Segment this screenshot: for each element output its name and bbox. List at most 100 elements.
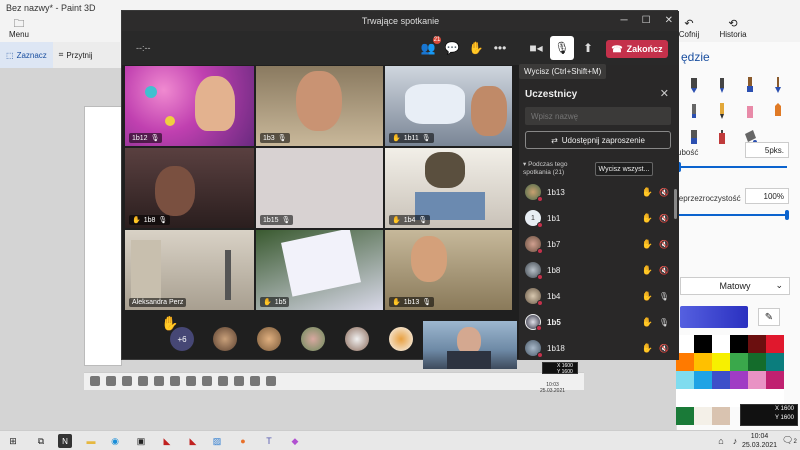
oil-brush[interactable] <box>739 74 761 96</box>
video-tile[interactable]: 1b3 🎙 <box>256 66 383 146</box>
minimize-icon[interactable]: ─ <box>621 11 628 31</box>
color-swatch[interactable] <box>766 335 784 353</box>
select-tool-button[interactable]: ⬚ Zaznacz <box>0 42 53 68</box>
color-swatch[interactable] <box>712 335 730 353</box>
video-tile[interactable]: 1b15 🎙 <box>256 148 383 228</box>
eraser-brush[interactable] <box>739 100 761 122</box>
opacity-slider[interactable] <box>677 214 787 216</box>
avatar[interactable] <box>213 327 237 351</box>
color-swatch[interactable] <box>694 353 712 371</box>
video-tile[interactable]: ✋ 1b13 🎙 <box>385 230 512 310</box>
task-view-icon[interactable]: ⧉ <box>34 434 48 448</box>
color-swatch[interactable] <box>730 335 748 353</box>
video-tile[interactable]: 1b12 🎙 <box>125 66 254 146</box>
camera-button[interactable]: ■◂ <box>526 39 546 57</box>
color-swatch[interactable] <box>748 371 766 389</box>
color-swatch[interactable] <box>694 389 712 407</box>
mic-off-icon[interactable]: 🔇 <box>659 344 669 353</box>
thickness-slider[interactable] <box>677 166 787 168</box>
color-swatch[interactable] <box>676 371 694 389</box>
avatar[interactable] <box>257 327 281 351</box>
paint3d-icon[interactable]: ◆ <box>288 434 302 448</box>
mic-on-icon[interactable]: 🎙 <box>659 318 669 327</box>
video-tile[interactable]: ✋ 1b11 🎙 <box>385 66 512 146</box>
pencil-brush[interactable] <box>711 100 733 122</box>
color-swatch[interactable] <box>712 407 730 425</box>
color-swatch[interactable] <box>676 389 694 407</box>
video-tile[interactable]: Aleksandra Perz <box>125 230 254 310</box>
mic-off-icon[interactable]: 🔇 <box>659 266 669 275</box>
crayon-brush[interactable] <box>767 100 789 122</box>
participants-button[interactable]: 👥 21 <box>418 36 441 57</box>
thickness-field[interactable]: 5pks. <box>745 142 789 158</box>
avatar[interactable] <box>301 327 325 351</box>
spray-can-brush[interactable] <box>711 126 733 148</box>
color-swatch[interactable] <box>766 371 784 389</box>
close-icon[interactable]: ✕ <box>660 87 669 100</box>
opacity-slider-thumb[interactable] <box>785 210 789 220</box>
mic-off-icon[interactable]: 🔇 <box>659 214 669 223</box>
maximize-icon[interactable]: ☐ <box>642 11 651 31</box>
mic-on-icon[interactable]: 🎙 <box>659 292 669 301</box>
file-explorer-icon[interactable]: ▬ <box>84 434 98 448</box>
crop-tool-button[interactable]: ⌗ Przytnij <box>53 42 99 68</box>
finish-dropdown[interactable]: Matowy ⌄ <box>680 277 790 295</box>
color-swatch[interactable] <box>748 335 766 353</box>
chat-button[interactable]: 💬 <box>442 39 462 57</box>
edge-icon[interactable]: ◉ <box>108 434 122 448</box>
color-swatch[interactable] <box>766 353 784 371</box>
leave-button[interactable]: ☎ Zakończ <box>606 40 668 58</box>
marker-brush[interactable] <box>683 74 705 96</box>
notification-icon[interactable]: 🗨2 <box>782 435 797 446</box>
pdf-icon[interactable]: ◣ <box>186 434 200 448</box>
selected-color-swatch[interactable] <box>680 306 748 328</box>
color-swatch[interactable] <box>730 371 748 389</box>
color-swatch[interactable] <box>694 335 712 353</box>
opacity-field[interactable]: 100% <box>745 188 789 204</box>
overflow-count-button[interactable]: +6 <box>170 327 194 351</box>
participant-row[interactable]: 1b7 ✋ 🔇 <box>523 231 673 257</box>
color-swatch[interactable] <box>748 353 766 371</box>
participant-row[interactable]: 1b5 ✋ 🎙 <box>523 309 673 335</box>
color-swatch[interactable] <box>676 407 694 425</box>
firefox-icon[interactable]: ● <box>236 434 250 448</box>
pixel-brush[interactable] <box>683 126 705 148</box>
participant-search-input[interactable] <box>525 107 671 125</box>
mic-off-icon[interactable]: 🔇 <box>659 240 669 249</box>
mic-button[interactable]: 🎙 <box>550 36 574 60</box>
taskbar-clock[interactable]: 10:04 25.03.2021 <box>742 432 777 450</box>
close-icon[interactable]: ✕ <box>665 11 673 31</box>
mute-all-button[interactable]: Wycisz wszyst... <box>595 162 653 176</box>
share-screen-button[interactable]: ⬆ <box>578 39 598 57</box>
self-view-video[interactable] <box>423 321 517 369</box>
reactions-button[interactable]: ✋ <box>466 39 486 57</box>
mic-off-icon[interactable]: 🔇 <box>659 188 669 197</box>
color-swatch[interactable] <box>694 407 712 425</box>
eyedropper-icon[interactable]: ✎ <box>758 308 780 326</box>
app-n-icon[interactable]: N <box>58 434 72 448</box>
network-icon[interactable]: ⌂ <box>714 434 728 448</box>
participant-row[interactable]: 1b4 ✋ 🎙 <box>523 283 673 309</box>
volume-icon[interactable]: ♪ <box>728 434 742 448</box>
calligraphy-pen-brush[interactable] <box>711 74 733 96</box>
history-button[interactable]: ⟲ Historia <box>716 18 750 39</box>
watercolor-brush[interactable] <box>767 74 789 96</box>
video-tile[interactable]: ✋ 1b5 <box>256 230 383 310</box>
participant-row[interactable]: 1b13 ✋ 🔇 <box>523 179 673 205</box>
photos-icon[interactable]: ▨ <box>210 434 224 448</box>
pixel-pen-brush[interactable] <box>683 100 705 122</box>
store-icon[interactable]: ▣ <box>134 434 148 448</box>
teams-icon[interactable]: T <box>262 434 276 448</box>
video-tile[interactable]: ✋ 1b4 🎙 <box>385 148 512 228</box>
more-actions-button[interactable]: ••• <box>490 39 510 57</box>
color-swatch[interactable] <box>694 371 712 389</box>
color-swatch[interactable] <box>712 389 730 407</box>
avatar[interactable] <box>389 327 413 351</box>
start-icon[interactable]: ⊞ <box>6 434 20 448</box>
share-invite-button[interactable]: ⇄ Udostępnij zaproszenie <box>525 131 671 149</box>
video-tile[interactable]: ✋ 1b8 🎙 <box>125 148 254 228</box>
participant-row[interactable]: 1b18 ✋ 🔇 <box>523 335 673 361</box>
menu-button[interactable]: 🗀 Menu <box>4 18 34 39</box>
avatar[interactable] <box>345 327 369 351</box>
color-swatch[interactable] <box>712 371 730 389</box>
